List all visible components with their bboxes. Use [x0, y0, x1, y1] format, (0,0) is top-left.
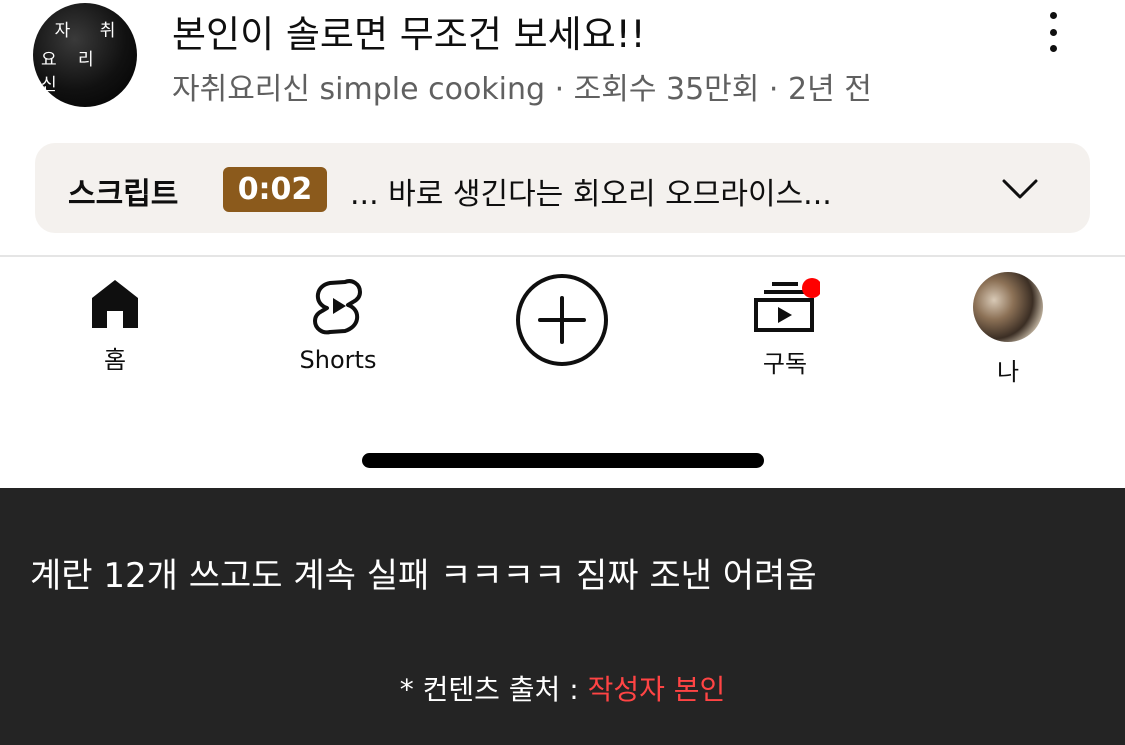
nav-subscriptions[interactable]: 구독 — [735, 278, 835, 379]
nav-home[interactable]: 홈 — [65, 278, 165, 375]
channel-avatar-text-line2: 요 리 신 — [41, 49, 102, 95]
nav-divider — [0, 255, 1125, 257]
credit-prefix: * 컨텐츠 출처 : — [399, 673, 588, 706]
content-credit: * 컨텐츠 출처 : 작성자 본인 — [0, 668, 1125, 708]
more-dot — [1049, 28, 1057, 36]
nav-subscriptions-label: 구독 — [762, 350, 808, 378]
nav-you-label: 나 — [996, 358, 1020, 386]
shorts-icon — [313, 279, 362, 335]
nav-shorts[interactable]: Shorts — [283, 278, 393, 374]
caption-area: 계란 12개 쓰고도 계속 실패 ㅋㅋㅋㅋ 짐짜 조낸 어려움 * 컨텐츠 출처… — [0, 488, 1125, 745]
video-meta: 자취요리신 simple cooking · 조회수 35만회 · 2년 전 — [172, 72, 872, 107]
youtube-app-screen: 자 취 요 리 신 본인이 솔로면 무조건 보세요!! 자취요리신 simple… — [0, 0, 1125, 488]
subscriptions-icon — [754, 278, 820, 332]
chevron-down-icon[interactable] — [1000, 171, 1040, 207]
nav-you[interactable]: 나 — [958, 272, 1058, 387]
transcript-timestamp[interactable]: 0:02 — [223, 167, 327, 212]
transcript-line: ... 바로 생긴다는 회오리 오므라이스... — [350, 177, 832, 212]
notification-dot — [802, 278, 820, 298]
home-icon — [92, 280, 138, 328]
nav-home-label: 홈 — [103, 346, 127, 374]
transcript-panel[interactable]: 스크립트 0:02 ... 바로 생긴다는 회오리 오므라이스... — [35, 143, 1090, 233]
credit-author: 작성자 본인 — [587, 673, 726, 706]
profile-avatar — [973, 272, 1043, 342]
nav-shorts-label: Shorts — [299, 346, 377, 374]
channel-avatar-text-line1: 자 취 — [54, 20, 128, 41]
create-icon — [516, 274, 608, 366]
nav-create[interactable] — [513, 272, 611, 368]
more-dot — [1049, 45, 1057, 52]
home-indicator[interactable] — [362, 453, 764, 468]
more-dot — [1049, 12, 1057, 19]
post-caption: 계란 12개 쓰고도 계속 실패 ㅋㅋㅋㅋ 짐짜 조낸 어려움 — [30, 556, 817, 596]
video-title[interactable]: 본인이 솔로면 무조건 보세요!! — [172, 4, 645, 58]
more-vert-icon[interactable] — [1038, 10, 1068, 54]
channel-avatar[interactable]: 자 취 요 리 신 — [33, 3, 137, 107]
transcript-label: 스크립트 — [68, 177, 179, 212]
